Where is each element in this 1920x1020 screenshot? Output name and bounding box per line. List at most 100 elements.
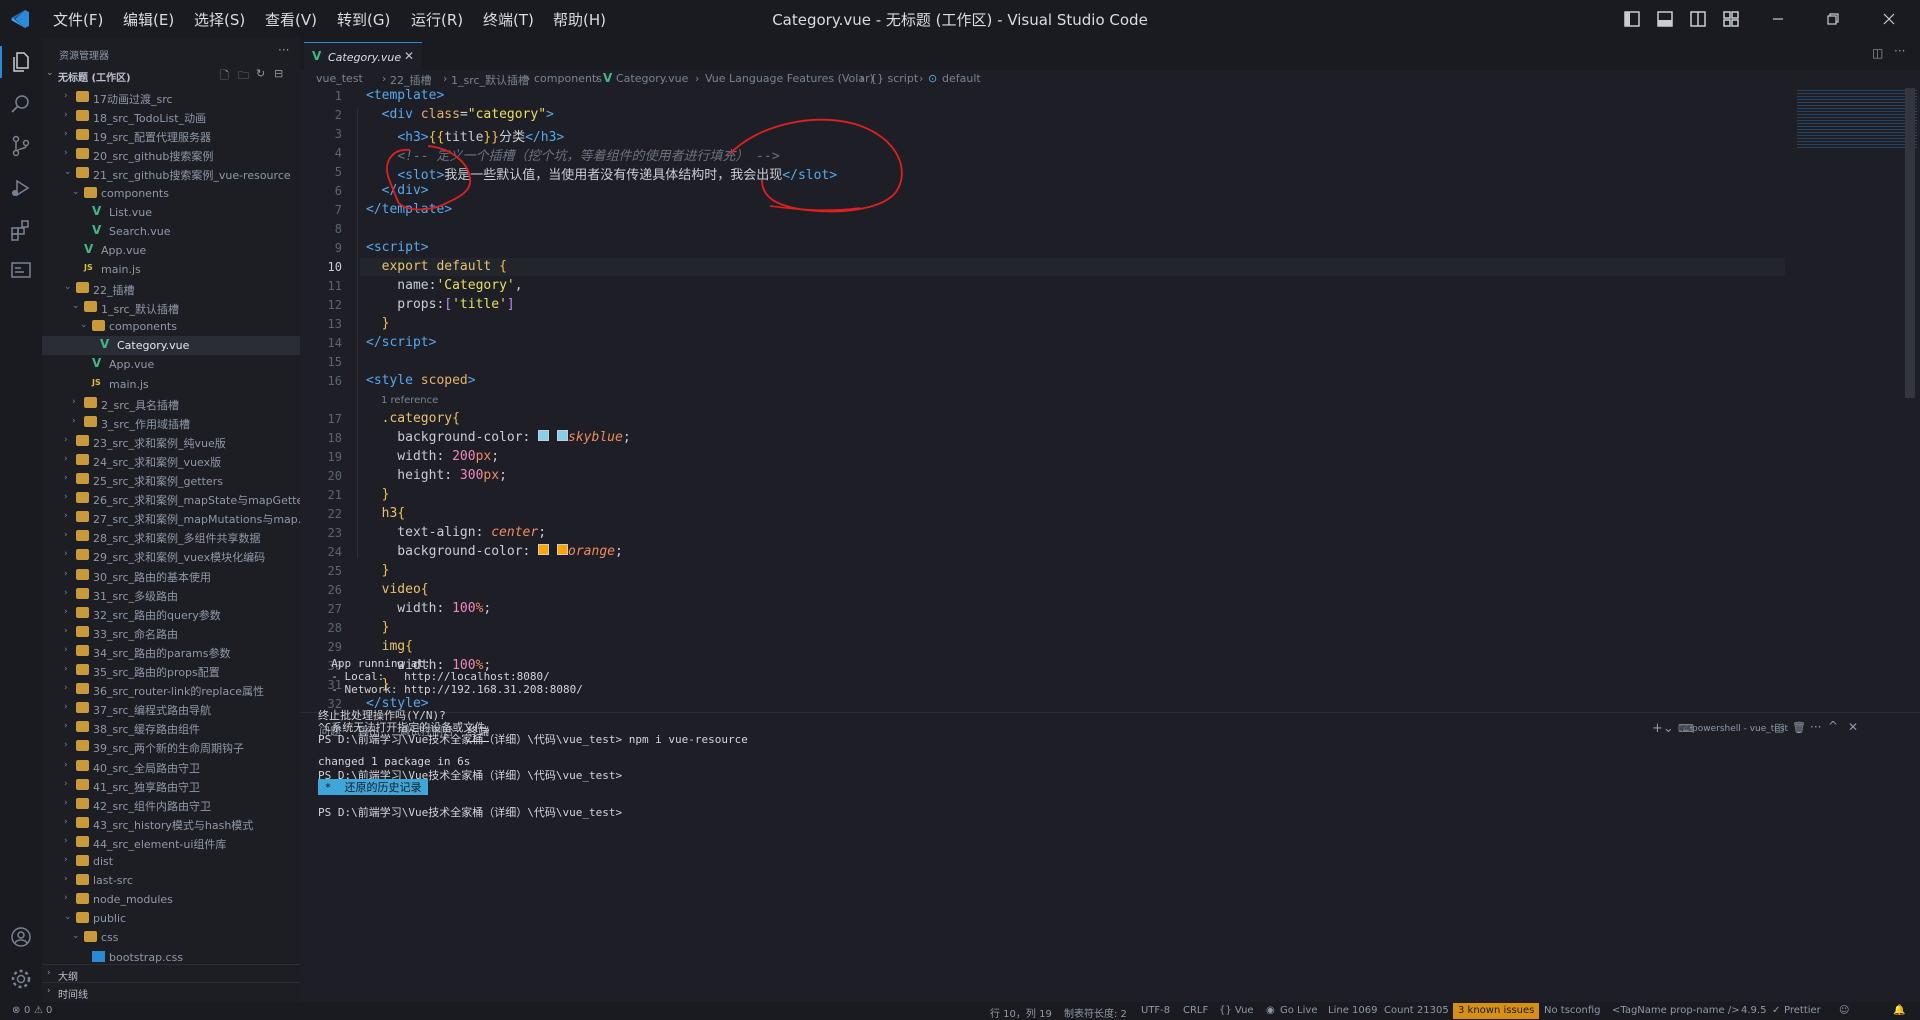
end-of-line[interactable]: CRLF <box>1183 1005 1208 1016</box>
code-line[interactable]: } <box>366 620 390 635</box>
tree-item[interactable]: ⌄ 21_src_github搜索案例_vue-resource <box>42 164 300 183</box>
toggle-sidebar-icon[interactable] <box>1622 9 1642 29</box>
code-line[interactable]: export default { <box>366 259 507 274</box>
refresh-icon[interactable]: ↻ <box>256 67 265 80</box>
code-line[interactable]: width: 200px; <box>366 449 499 464</box>
restore-icon[interactable] <box>1823 9 1843 29</box>
tree-item[interactable]: › 40_src_全局路由守卫 <box>42 757 300 776</box>
go-live-button[interactable]: Go Live <box>1280 1005 1317 1016</box>
tree-item[interactable]: › 29_src_求和案例_vuex模块化编码 <box>42 546 300 565</box>
breadcrumb-item[interactable]: default <box>942 72 981 85</box>
code-line[interactable]: .category{ <box>366 411 460 426</box>
code-line[interactable]: props:['title'] <box>366 297 514 312</box>
word-count[interactable]: Count 21305 <box>1384 1005 1449 1016</box>
more-actions-icon[interactable]: ··· <box>1894 44 1905 58</box>
breadcrumb-item[interactable]: vue_test <box>316 72 363 85</box>
codelens-references[interactable]: 1 reference <box>381 395 438 406</box>
tree-item[interactable]: › 17动画过渡_src <box>42 88 300 107</box>
extensions-icon[interactable] <box>9 218 33 242</box>
tree-item[interactable]: V Category.vue <box>42 336 300 356</box>
workspace-header[interactable]: ⌄ 无标题 (工作区) 🗋 🗀 ↻ ⊟ <box>42 66 300 84</box>
timeline-section[interactable]: › 时间线 <box>42 982 300 1001</box>
encoding[interactable]: UTF-8 <box>1141 1005 1170 1016</box>
tree-item[interactable]: ⌄ 1_src_默认插槽 <box>42 298 300 317</box>
code-line[interactable]: <script> <box>366 240 429 255</box>
tree-item[interactable]: › 41_src_独享路由守卫 <box>42 776 300 795</box>
tree-item[interactable]: › 26_src_求和案例_mapState与mapGetters <box>42 489 300 508</box>
code-line[interactable]: } <box>366 316 390 331</box>
kill-terminal-icon[interactable]: 🗑 <box>1792 721 1806 734</box>
split-editor-icon[interactable]: ◫ <box>1872 46 1883 60</box>
new-file-icon[interactable]: 🗋 <box>220 67 229 86</box>
search-icon[interactable] <box>9 92 33 116</box>
close-window-icon[interactable] <box>1879 9 1899 29</box>
breadcrumb-item[interactable]: 22_插槽 <box>390 72 432 88</box>
tree-item[interactable]: › 20_src_github搜索案例 <box>42 145 300 164</box>
breadcrumb-item[interactable]: Category.vue <box>616 72 688 85</box>
tagname-style[interactable]: <TagName prop-name /> <box>1612 1005 1740 1016</box>
tree-item[interactable]: › 39_src_两个新的生命周期钩子 <box>42 737 300 756</box>
tree-item[interactable]: › 24_src_求和案例_vuex版 <box>42 451 300 470</box>
error-count[interactable]: 0 <box>24 1005 30 1016</box>
tree-item[interactable]: › 38_src_缓存路由组件 <box>42 718 300 737</box>
tree-item[interactable]: › 43_src_history模式与hash模式 <box>42 814 300 833</box>
minimize-icon[interactable] <box>1768 9 1788 29</box>
tree-item[interactable]: › 34_src_路由的params参数 <box>42 642 300 661</box>
code-line[interactable]: video{ <box>366 582 429 597</box>
tree-item[interactable]: ⌄ css <box>42 928 300 947</box>
tab-category-vue[interactable]: V Category.vue ✕ <box>304 42 422 71</box>
tree-item[interactable]: › 19_src_配置代理服务器 <box>42 126 300 145</box>
tree-item[interactable]: JS main.js <box>42 260 300 279</box>
tree-item[interactable]: V App.vue <box>42 241 300 260</box>
breadcrumb-item[interactable]: components <box>534 72 602 85</box>
tree-item[interactable]: V App.vue <box>42 355 300 374</box>
notifications-bell-icon[interactable]: 🔔 <box>1893 1005 1905 1016</box>
code-line[interactable]: text-align: center; <box>366 525 546 540</box>
breadcrumb-item[interactable]: {} script <box>870 72 918 85</box>
split-terminal-icon[interactable]: ◫ <box>1774 721 1784 734</box>
code-line[interactable]: </script> <box>366 335 436 350</box>
breadcrumb-item[interactable]: 1_src_默认插槽 <box>451 72 529 88</box>
tree-item[interactable]: V Search.vue <box>42 222 300 241</box>
tsconfig-status[interactable]: No tsconfig <box>1544 1005 1601 1016</box>
explorer-icon[interactable] <box>9 50 33 74</box>
tree-item[interactable]: › 2_src_具名插槽 <box>42 394 300 413</box>
ts-version[interactable]: 4.9.5 <box>1741 1005 1766 1016</box>
code-line[interactable]: h3{ <box>366 506 405 521</box>
tree-item[interactable]: › 3_src_作用域插槽 <box>42 413 300 432</box>
more-actions-icon[interactable]: ··· <box>278 43 289 57</box>
settings-gear-icon[interactable] <box>9 967 33 991</box>
code-line[interactable]: } <box>366 563 390 578</box>
run-debug-icon[interactable] <box>9 176 33 200</box>
customize-layout-icon[interactable] <box>1721 9 1741 29</box>
code-line[interactable]: } <box>366 487 390 502</box>
remote-explorer-icon[interactable] <box>9 258 33 282</box>
prettier-status[interactable]: Prettier <box>1784 1005 1821 1016</box>
tree-item[interactable]: ⌄ public <box>42 909 300 928</box>
tree-item[interactable]: › 23_src_求和案例_纯vue版 <box>42 432 300 451</box>
tree-item[interactable]: › 30_src_路由的基本使用 <box>42 566 300 585</box>
breadcrumb-item[interactable]: Vue Language Features (Volar) <box>705 72 874 85</box>
warning-count[interactable]: 0 <box>46 1005 52 1016</box>
language-mode[interactable]: {} Vue <box>1219 1005 1254 1016</box>
toggle-panel-icon[interactable] <box>1655 9 1675 29</box>
new-folder-icon[interactable]: 🗀 <box>238 67 249 86</box>
tree-item[interactable]: › 42_src_组件内路由守卫 <box>42 795 300 814</box>
tree-item[interactable]: ⌄ 22_插槽 <box>42 279 300 298</box>
tree-item[interactable]: › dist <box>42 852 300 871</box>
code-line[interactable]: width: 100%; <box>366 601 491 616</box>
tree-item[interactable]: › 33_src_命名路由 <box>42 623 300 642</box>
collapse-all-icon[interactable]: ⊟ <box>274 67 283 80</box>
outline-section[interactable]: › 大纲 <box>42 964 300 983</box>
close-tab-icon[interactable]: ✕ <box>404 49 414 63</box>
close-panel-icon[interactable]: ✕ <box>1848 720 1858 734</box>
more-actions-icon[interactable]: ··· <box>1810 720 1821 734</box>
tree-item[interactable]: › 18_src_TodoList_动画 <box>42 107 300 126</box>
tree-item[interactable]: › 37_src_编程式路由导航 <box>42 699 300 718</box>
feedback-icon[interactable]: ☺ <box>1839 1005 1849 1016</box>
line-count[interactable]: Line 1069 <box>1328 1005 1377 1016</box>
known-issues-badge[interactable]: 3 known issues <box>1453 1003 1540 1019</box>
tree-item[interactable]: › 32_src_路由的query参数 <box>42 604 300 623</box>
toggle-secondary-sidebar-icon[interactable] <box>1688 9 1708 29</box>
account-icon[interactable] <box>9 925 33 949</box>
